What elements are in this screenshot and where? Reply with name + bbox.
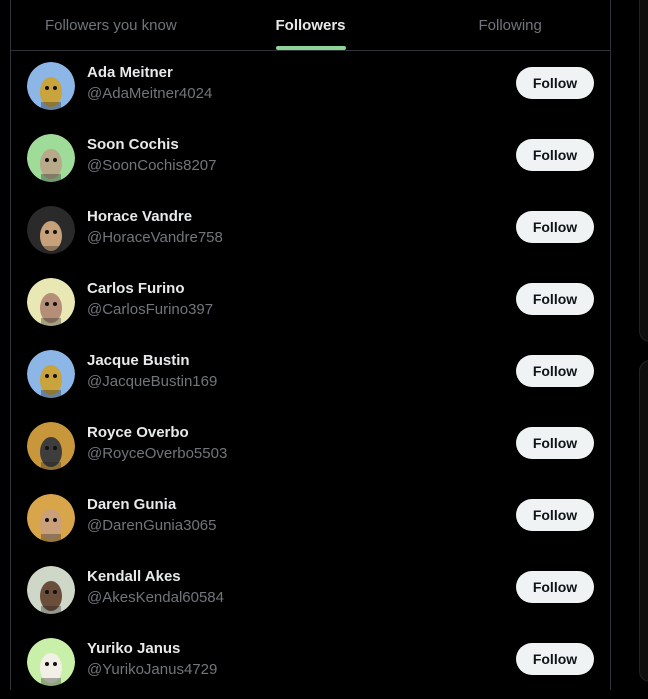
user-handle[interactable]: @RoyceOverbo5503 — [87, 445, 227, 462]
avatar-image — [27, 206, 75, 254]
display-name[interactable]: Ada Meitner — [87, 64, 173, 81]
display-name[interactable]: Horace Vandre — [87, 208, 192, 225]
follow-button[interactable]: Follow — [516, 643, 594, 675]
user-cell[interactable]: Jacque Bustin @JacqueBustin169 Follow — [11, 339, 610, 411]
user-handle[interactable]: @JacqueBustin169 — [87, 373, 217, 390]
tab-bar: Followers you know Followers Following — [11, 0, 610, 51]
avatar[interactable] — [27, 350, 75, 398]
follow-button[interactable]: Follow — [516, 355, 594, 387]
follow-button[interactable]: Follow — [516, 499, 594, 531]
avatar[interactable] — [27, 494, 75, 542]
user-handle[interactable]: @AkesKendal60584 — [87, 589, 224, 606]
tab-followers[interactable]: Followers — [211, 0, 411, 50]
display-name[interactable]: Royce Overbo — [87, 424, 189, 441]
follow-button[interactable]: Follow — [516, 139, 594, 171]
active-tab-indicator — [275, 46, 346, 50]
display-name[interactable]: Soon Cochis — [87, 136, 179, 153]
follow-button[interactable]: Follow — [516, 211, 594, 243]
tab-followers-you-know[interactable]: Followers you know — [11, 0, 211, 50]
user-cell[interactable]: Yuriko Janus @YurikoJanus4729 Follow — [11, 627, 610, 699]
follow-button[interactable]: Follow — [516, 67, 594, 99]
avatar[interactable] — [27, 638, 75, 686]
user-handle[interactable]: @CarlosFurino397 — [87, 301, 213, 318]
follow-button[interactable]: Follow — [516, 283, 594, 315]
tab-label: Following — [478, 16, 542, 34]
user-handle[interactable]: @HoraceVandre758 — [87, 229, 223, 246]
sidebar-panel — [639, 360, 648, 682]
avatar[interactable] — [27, 422, 75, 470]
tab-label: Followers — [275, 16, 346, 34]
avatar[interactable] — [27, 206, 75, 254]
avatar[interactable] — [27, 566, 75, 614]
avatar[interactable] — [27, 134, 75, 182]
user-handle[interactable]: @SoonCochis8207 — [87, 157, 216, 174]
display-name[interactable]: Daren Gunia — [87, 496, 176, 513]
user-handle[interactable]: @DarenGunia3065 — [87, 517, 216, 534]
avatar-image — [27, 350, 75, 398]
follow-button[interactable]: Follow — [516, 427, 594, 459]
display-name[interactable]: Yuriko Janus — [87, 640, 180, 657]
avatar[interactable] — [27, 278, 75, 326]
user-cell[interactable]: Horace Vandre @HoraceVandre758 Follow — [11, 195, 610, 267]
user-cell[interactable]: Soon Cochis @SoonCochis8207 Follow — [11, 123, 610, 195]
avatar-image — [27, 638, 75, 686]
display-name[interactable]: Kendall Akes — [87, 568, 181, 585]
user-cell[interactable]: Royce Overbo @RoyceOverbo5503 Follow — [11, 411, 610, 483]
tab-label: Followers you know — [44, 16, 177, 34]
sidebar-panel — [639, 0, 648, 342]
tab-following[interactable]: Following — [410, 0, 610, 50]
avatar-image — [27, 278, 75, 326]
user-cell[interactable]: Daren Gunia @DarenGunia3065 Follow — [11, 483, 610, 555]
user-cell[interactable]: Carlos Furino @CarlosFurino397 Follow — [11, 267, 610, 339]
display-name[interactable]: Jacque Bustin — [87, 352, 190, 369]
avatar-image — [27, 566, 75, 614]
avatar-image — [27, 134, 75, 182]
user-cell[interactable]: Ada Meitner @AdaMeitner4024 Follow — [11, 51, 610, 123]
user-handle[interactable]: @YurikoJanus4729 — [87, 661, 217, 678]
avatar-image — [27, 494, 75, 542]
avatar-image — [27, 422, 75, 470]
avatar[interactable] — [27, 62, 75, 110]
user-handle[interactable]: @AdaMeitner4024 — [87, 85, 212, 102]
follow-button[interactable]: Follow — [516, 571, 594, 603]
user-cell[interactable]: Kendall Akes @AkesKendal60584 Follow — [11, 555, 610, 627]
followers-column: Followers you know Followers Following A… — [10, 0, 611, 690]
avatar-image — [27, 62, 75, 110]
follower-list: Ada Meitner @AdaMeitner4024 Follow Soon … — [11, 51, 610, 699]
display-name[interactable]: Carlos Furino — [87, 280, 185, 297]
